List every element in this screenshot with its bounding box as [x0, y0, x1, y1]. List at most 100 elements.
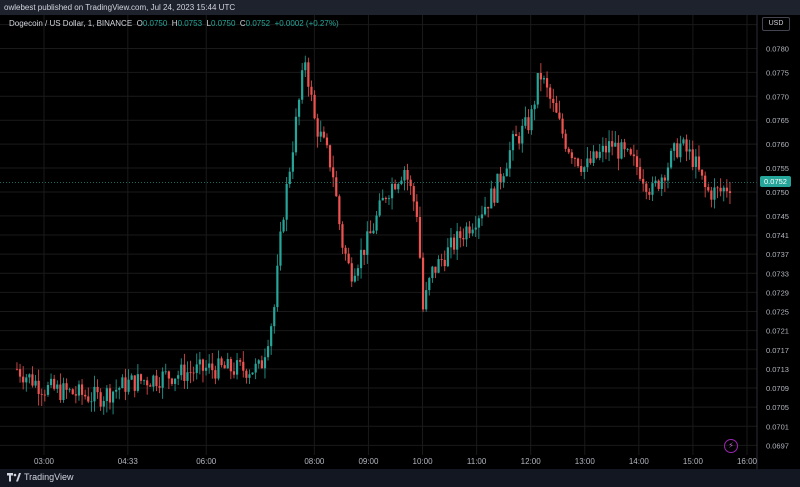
candle-body: [139, 374, 143, 381]
candle-body: [127, 379, 130, 392]
time-tick-label: 14:00: [629, 457, 650, 466]
candle-body: [251, 372, 254, 375]
candle-body: [248, 374, 251, 378]
candle-body: [428, 278, 431, 291]
candle-body: [589, 158, 592, 163]
candle-body: [533, 104, 536, 110]
close-value: 0.0752: [245, 19, 271, 28]
candle-body: [226, 359, 229, 369]
candle-body: [651, 183, 654, 195]
candle-body: [263, 357, 267, 369]
candle-body: [607, 141, 611, 153]
candle-body: [344, 247, 347, 254]
candle-body: [173, 378, 177, 384]
candle-body: [725, 187, 728, 192]
time-tick-label: 08:00: [304, 457, 325, 466]
candle-body: [257, 360, 260, 364]
candle-body: [490, 188, 493, 209]
candle-body: [657, 180, 660, 189]
candle-body: [22, 376, 25, 383]
candle-body: [421, 257, 425, 310]
candle-body: [220, 358, 223, 366]
candle-body: [328, 145, 332, 168]
candle-body: [68, 389, 71, 391]
candle-body: [638, 166, 642, 179]
candle-body: [99, 392, 102, 407]
candle-body: [347, 253, 350, 264]
tradingview-logo-icon[interactable]: [7, 473, 21, 482]
candle-body: [418, 216, 422, 258]
candle-body: [614, 142, 617, 147]
candle-body: [496, 173, 499, 203]
candle-body: [273, 307, 276, 327]
candle-body: [313, 94, 316, 119]
candle-body: [716, 187, 719, 189]
price-tick-label: 0.0750: [766, 188, 789, 197]
candle-body: [254, 363, 257, 373]
candle-body: [77, 384, 81, 396]
candle-body: [310, 86, 313, 95]
time-tick-label: 03:00: [34, 457, 55, 466]
candle-body: [111, 391, 115, 403]
lightning-bolt-icon[interactable]: ⚡: [724, 439, 738, 453]
candle-body: [341, 224, 344, 248]
candle-body: [648, 191, 651, 195]
candle-body: [71, 389, 74, 395]
candle-body: [728, 191, 732, 194]
time-tick-label: 16:00: [737, 457, 758, 466]
candle-body: [567, 148, 570, 153]
candle-body: [536, 73, 539, 105]
candle-body: [583, 167, 586, 172]
candle-body: [688, 149, 691, 152]
candle-body: [291, 152, 294, 172]
last-price-tag: 0.0752: [760, 176, 791, 187]
candle-body: [335, 177, 338, 197]
candle-body: [118, 388, 121, 390]
candle-body: [130, 375, 133, 380]
time-tick-label: 11:00: [467, 457, 487, 466]
candle-body: [192, 372, 195, 374]
price-tick-label: 0.0709: [766, 384, 789, 393]
candle-body: [84, 394, 87, 397]
candle-body: [164, 371, 167, 373]
change-value: +0.0002 (+0.27%): [274, 19, 339, 28]
candle-body: [177, 375, 180, 379]
candle-body: [53, 378, 56, 389]
candle-body: [319, 131, 322, 137]
candle-body: [493, 188, 496, 203]
candle-body: [542, 78, 546, 80]
currency-button[interactable]: USD: [762, 17, 790, 31]
candle-body: [598, 151, 601, 158]
candle-body: [704, 175, 707, 188]
candle-body: [623, 142, 626, 150]
candle-body: [37, 380, 40, 394]
candle-body: [474, 227, 477, 230]
candle-body: [549, 87, 552, 99]
candle-body: [201, 359, 205, 371]
candle-body: [434, 266, 437, 273]
candle-body: [660, 177, 663, 189]
candle-body: [124, 377, 127, 392]
candle-body: [394, 183, 397, 190]
candle-body: [666, 167, 670, 181]
candle-body: [524, 117, 527, 126]
candle-body: [673, 143, 676, 151]
candle-body: [46, 385, 50, 395]
candle-body: [186, 372, 189, 381]
candle-body: [158, 386, 161, 388]
chart-grid: [0, 15, 757, 455]
candle-body: [378, 200, 381, 216]
candle-body: [514, 134, 518, 137]
candle-body: [645, 183, 648, 192]
candle-body: [710, 190, 713, 200]
candle-body: [663, 177, 666, 181]
candle-body: [15, 368, 19, 370]
candle-body: [642, 178, 645, 184]
candlestick-chart[interactable]: 0.07850.07800.07750.07700.07650.07600.07…: [0, 15, 800, 469]
candle-body: [229, 359, 232, 372]
candle-body: [387, 198, 391, 200]
publisher-bar: owlebest published on TradingView.com, J…: [0, 0, 800, 15]
price-tick-label: 0.0741: [766, 231, 789, 240]
brand-label[interactable]: TradingView: [24, 472, 74, 482]
candle-body: [170, 378, 174, 384]
